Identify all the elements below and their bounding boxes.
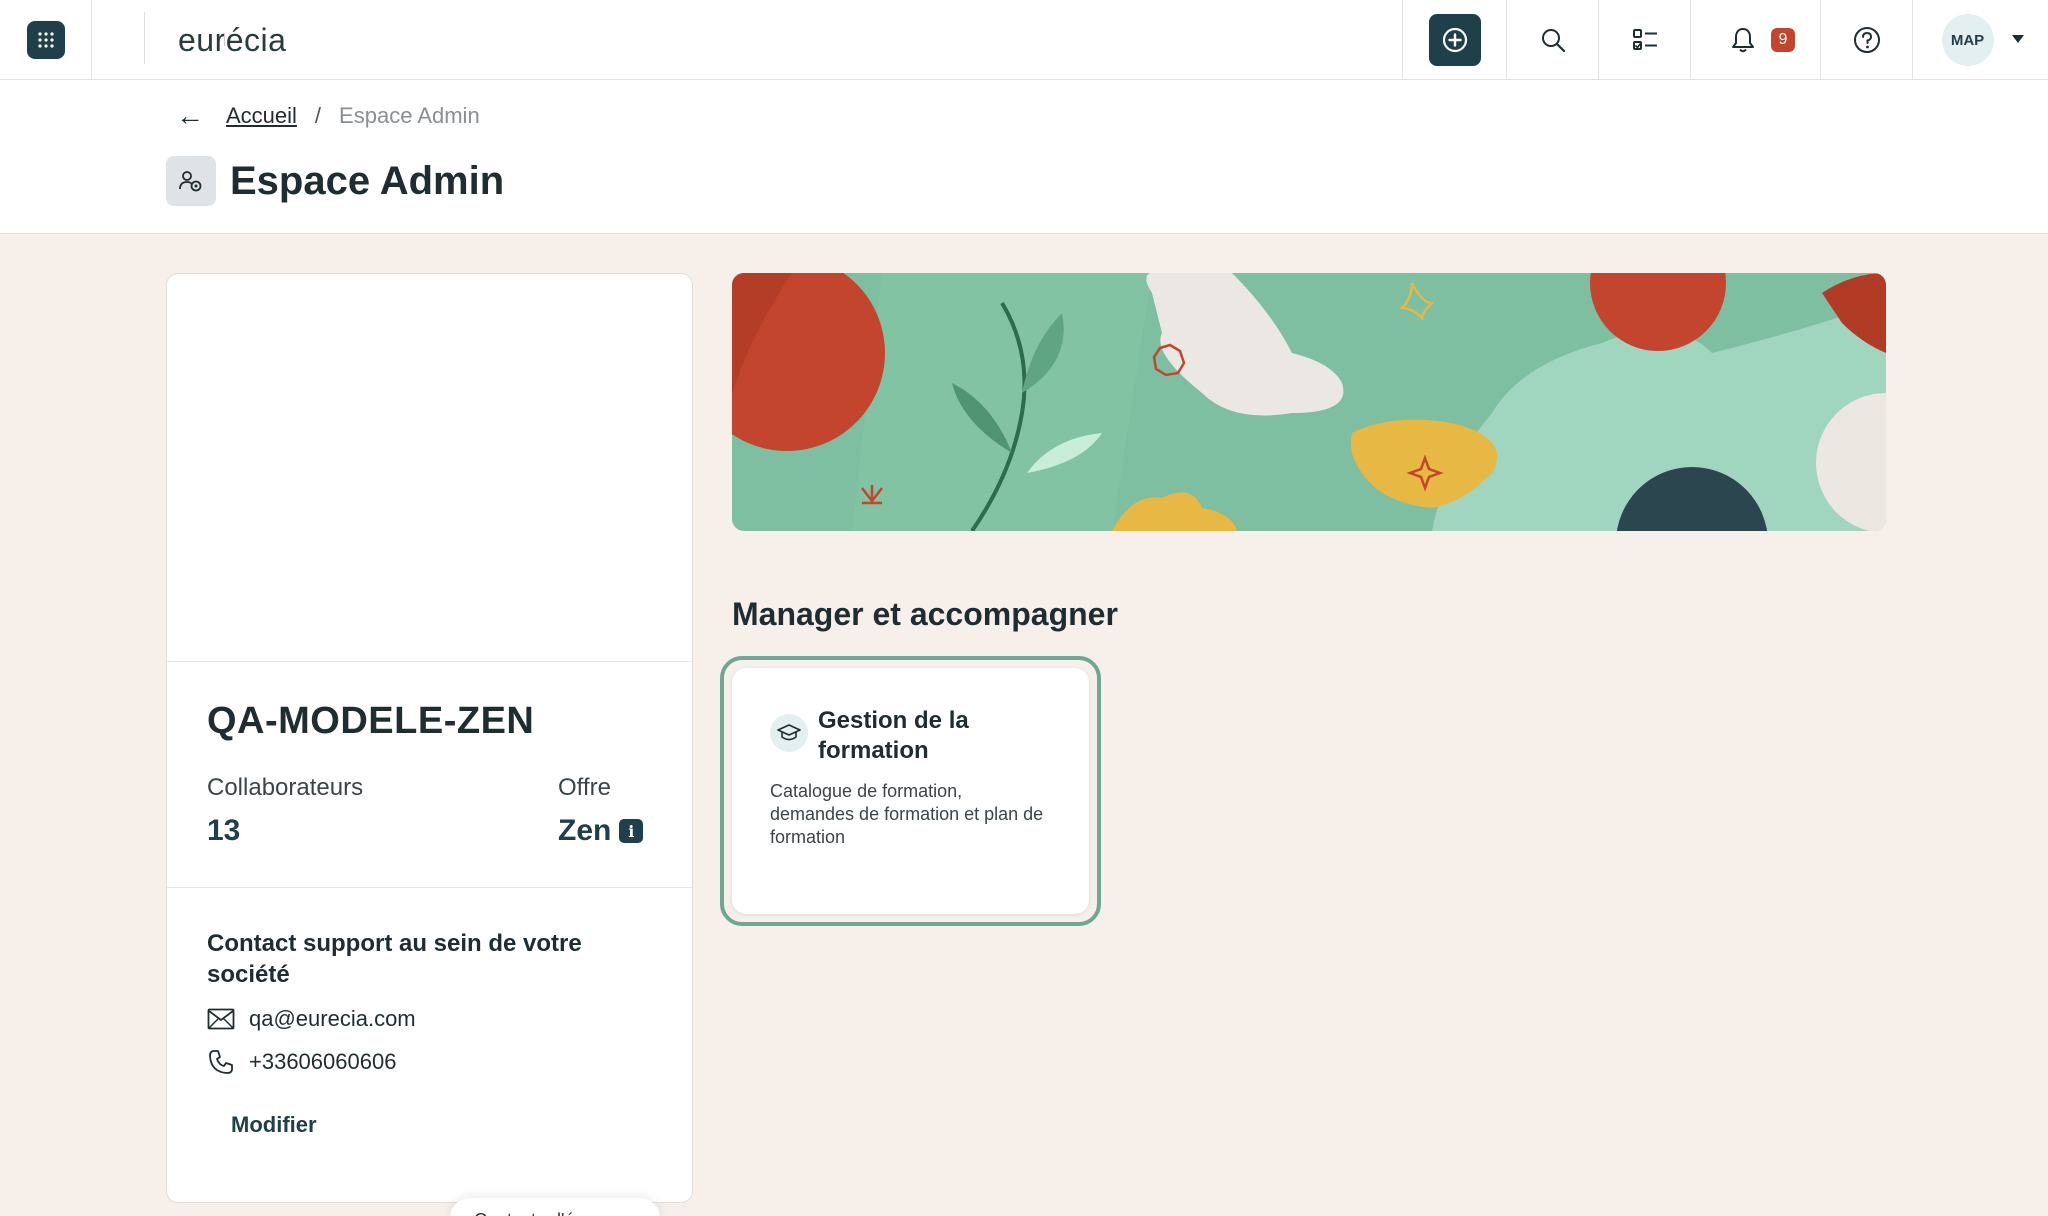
search-icon: [1541, 29, 1565, 53]
admin-settings-icon: [166, 156, 216, 206]
graduation-cap-icon: [770, 714, 808, 752]
offer-value: Zen: [558, 814, 612, 847]
caret-down-icon: [2012, 35, 2024, 43]
info-icon[interactable]: i: [619, 819, 644, 843]
nav-actions: 9 MAP: [1402, 0, 2048, 80]
module-card-content: Gestion de la formation Catalogue de for…: [732, 668, 1089, 914]
notifications-button[interactable]: 9: [1690, 0, 1820, 80]
module-description: Catalogue de formation, demandes de form…: [770, 781, 1044, 847]
top-navigation-bar: eurécia 9 MAP: [0, 0, 2048, 80]
offer-value-row: Zen i: [558, 814, 644, 848]
module-header: Gestion de la formation: [770, 706, 1059, 766]
section-title: Manager et accompagner: [732, 596, 1118, 632]
mail-icon: [207, 1008, 235, 1030]
breadcrumb-separator: /: [314, 103, 322, 128]
contact-support-section: Contact support au sein de votre société…: [167, 888, 692, 1138]
contact-phone-row: +33606060606: [207, 1048, 652, 1076]
app-logo[interactable]: eurécia: [178, 22, 286, 59]
back-arrow-icon[interactable]: ←: [176, 102, 204, 130]
notification-count-badge: 9: [1771, 28, 1795, 52]
apps-menu-button[interactable]: [0, 0, 92, 80]
divider: [144, 12, 145, 64]
company-info: QA-MODELE-ZEN Collaborateurs 13 Offre Ze…: [167, 662, 692, 888]
page-title-row: Espace Admin: [166, 156, 504, 206]
divider: [224, 34, 225, 46]
apps-grid-icon: [26, 21, 65, 59]
page-header: ← Accueil / Espace Admin Espace Admin: [0, 80, 2048, 234]
help-icon: [1853, 27, 1880, 53]
logo-area: eurécia: [92, 0, 324, 80]
decorative-banner: [732, 273, 1886, 531]
company-name: QA-MODELE-ZEN: [207, 700, 535, 742]
bell-icon: [1731, 28, 1754, 53]
contact-support-title: Contact support au sein de votre société: [207, 930, 582, 988]
user-menu-button[interactable]: MAP: [1912, 0, 2048, 80]
floating-contact-pill[interactable]: Contacter l'é...: [450, 1198, 660, 1216]
collaborators-count: 13: [207, 814, 241, 847]
help-button[interactable]: [1820, 0, 1912, 80]
page-title: Espace Admin: [230, 158, 505, 203]
collaborators-label: Collaborateurs: [207, 774, 364, 801]
offer-label: Offre: [558, 774, 611, 801]
search-button[interactable]: [1506, 0, 1598, 80]
breadcrumb-home-link[interactable]: Accueil: [226, 103, 297, 129]
modify-contact-button[interactable]: Modifier: [231, 1112, 317, 1138]
contact-email-row: qa@eurecia.com: [207, 1006, 652, 1032]
plus-circle-icon: [1428, 14, 1481, 66]
contact-phone[interactable]: +33606060606: [249, 1049, 396, 1075]
contact-email[interactable]: qa@eurecia.com: [249, 1006, 416, 1032]
module-card-training[interactable]: Gestion de la formation Catalogue de for…: [720, 656, 1101, 926]
checklist-icon: [1632, 29, 1657, 50]
banner-illustration: [732, 273, 1886, 531]
tasks-button[interactable]: [1598, 0, 1690, 80]
phone-icon: [209, 1050, 233, 1074]
module-title: Gestion de la formation: [818, 707, 969, 764]
breadcrumb: ← Accueil / Espace Admin: [176, 102, 480, 130]
create-button[interactable]: [1402, 0, 1506, 80]
company-logo-area: [167, 274, 692, 662]
breadcrumb-current: Espace Admin: [339, 103, 480, 128]
company-card: QA-MODELE-ZEN Collaborateurs 13 Offre Ze…: [166, 273, 693, 1203]
avatar: MAP: [1941, 14, 1994, 66]
